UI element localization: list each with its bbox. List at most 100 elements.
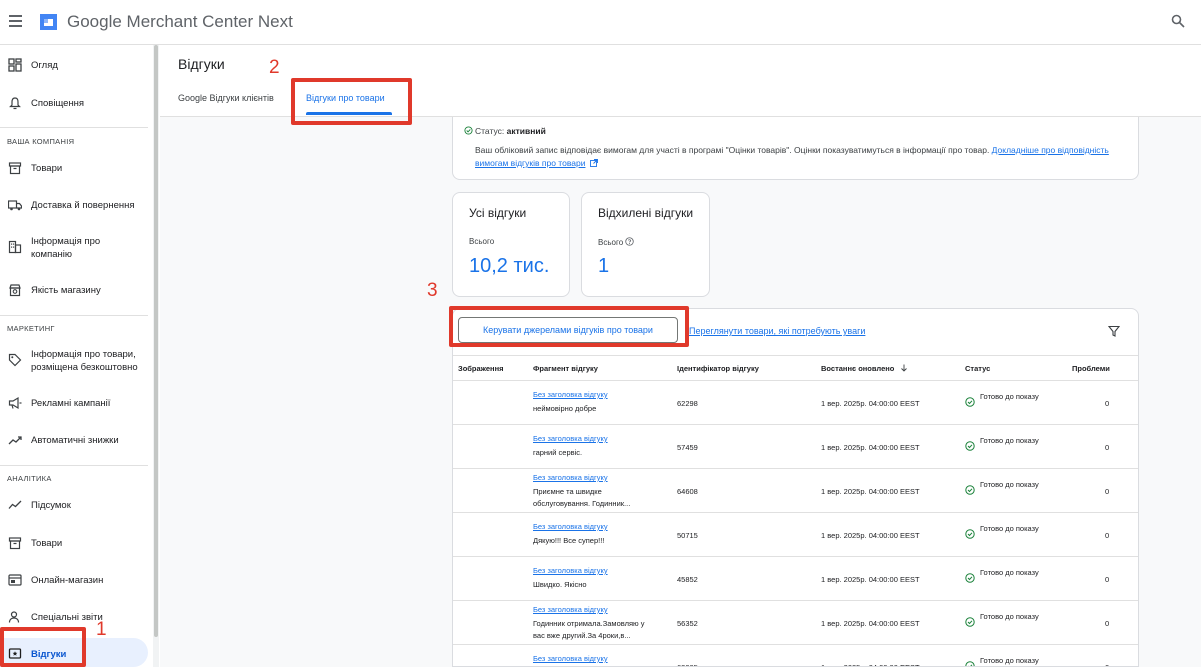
review-status: Готово до показу	[980, 524, 1039, 533]
table-header: Зображення Фрагмент відгуку Ідентифікато…	[453, 355, 1138, 381]
external-link-icon	[589, 159, 598, 167]
sidebar-item-summary[interactable]: Підсумок	[0, 497, 150, 513]
annotation-number-3: 3	[427, 280, 438, 301]
review-problems: 0	[1105, 663, 1109, 666]
col-header-image: Зображення	[458, 364, 504, 373]
metric-value: 1	[598, 255, 610, 277]
review-products-link[interactable]: Переглянути товари, які потребують уваги	[689, 326, 865, 336]
status-label: Статус:	[475, 126, 505, 136]
review-title-link[interactable]: Без заголовка відгуку	[533, 654, 608, 663]
review-fragment: неймовірно добре	[533, 404, 597, 413]
sidebar-item-ad-campaigns[interactable]: Рекламні кампанії	[0, 395, 150, 411]
divider	[0, 465, 148, 466]
sidebar-item-label: Онлайн-магазин	[31, 574, 104, 586]
review-status: Готово до показу	[980, 656, 1039, 665]
annotation-box-1	[0, 627, 86, 667]
review-updated-date: 1 вер. 2025р. 04:00:00 EEST	[821, 399, 920, 408]
table-row[interactable]: Без заголовка відгуку Дякую!!! Все супер!…	[453, 513, 1138, 557]
sidebar-item-notifications[interactable]: Сповіщення	[0, 95, 150, 111]
sidebar-item-label: Товари	[31, 162, 63, 174]
check-circle-icon	[965, 661, 975, 666]
review-updated-date: 1 вер. 2025р. 04:00:00 EEST	[821, 487, 920, 496]
table-row[interactable]: Без заголовка відгуку Годинник отримала.З…	[453, 601, 1138, 645]
review-fragment: Годинник отримала.Замовляю у вас вже дру…	[533, 619, 645, 640]
review-status: Готово до показу	[980, 568, 1039, 577]
review-title-link[interactable]: Без заголовка відгуку	[533, 434, 608, 443]
merchant-center-logo	[40, 14, 57, 30]
review-id: 56352	[677, 619, 698, 628]
metric-card-rejected-reviews[interactable]: Відхилені відгуки Всього 1	[581, 192, 710, 297]
search-icon[interactable]	[1171, 14, 1185, 28]
col-header-updated[interactable]: Востаннє оновлено	[821, 364, 908, 373]
review-fragment: Швидко. Якісно	[533, 580, 587, 589]
person-report-icon	[8, 611, 20, 623]
annotation-number-2: 2	[269, 57, 280, 78]
sidebar-item-products[interactable]: Товари	[0, 160, 150, 176]
review-status: Готово до показу	[980, 392, 1039, 401]
check-circle-icon	[464, 126, 473, 135]
overview-icon	[8, 58, 22, 72]
review-title-link[interactable]: Без заголовка відгуку	[533, 390, 608, 399]
review-fragment: гарний сервіс.	[533, 448, 583, 457]
sidebar-item-business-info[interactable]: Інформація про компанію	[0, 234, 150, 262]
review-updated-date: 1 вер. 2025р. 04:00:00 EEST	[821, 619, 920, 628]
metric-card-all-reviews[interactable]: Усі відгуки Всього 10,2 тис.	[452, 192, 570, 297]
metric-subtitle: Всього	[598, 237, 635, 247]
review-fragment: Приємне та швидке обслуговування. Годинн…	[533, 487, 631, 508]
col-header-id: Ідентифікатор відгуку	[677, 364, 759, 373]
page-title: Відгуки	[178, 56, 225, 72]
check-circle-icon	[965, 529, 975, 539]
sidebar-item-label: Рекламні кампанії	[31, 397, 111, 409]
metric-subtitle: Всього	[469, 237, 495, 246]
section-title-analytics: АНАЛІТИКА	[7, 474, 52, 483]
table-row[interactable]: Без заголовка відгуку гарний сервіс. 57459…	[453, 425, 1138, 469]
sidebar-item-online-store[interactable]: Онлайн-магазин	[0, 572, 150, 588]
megaphone-icon	[8, 396, 22, 410]
table-row[interactable]: Без заголовка відгуку 63005 1 вер. 2025р. …	[453, 645, 1138, 666]
sidebar-item-auto-discounts[interactable]: Автоматичні знижки	[0, 432, 150, 448]
sidebar-item-label: Доставка й повернення	[31, 199, 135, 211]
truck-icon	[8, 200, 22, 211]
review-problems: 0	[1105, 443, 1110, 452]
table-row[interactable]: Без заголовка відгуку Швидко. Якісно 45852…	[453, 557, 1138, 601]
review-title-link[interactable]: Без заголовка відгуку	[533, 522, 608, 531]
menu-icon[interactable]	[9, 15, 22, 27]
table-row[interactable]: Без заголовка відгуку Приємне та швидке о…	[453, 469, 1138, 513]
sidebar-item-label: Автоматичні знижки	[31, 434, 119, 446]
scrollbar-thumb[interactable]	[154, 45, 158, 637]
review-id: 50715	[677, 531, 698, 540]
sidebar-item-label: Якість магазину	[31, 284, 101, 296]
review-title-link[interactable]: Без заголовка відгуку	[533, 566, 608, 575]
review-title-link[interactable]: Без заголовка відгуку	[533, 473, 608, 482]
divider	[0, 315, 148, 316]
building-icon	[8, 240, 22, 254]
help-icon[interactable]	[625, 237, 635, 246]
table-row[interactable]: Без заголовка відгуку неймовірно добре 622…	[453, 381, 1138, 425]
sidebar-item-shipping[interactable]: Доставка й повернення	[0, 197, 150, 213]
review-status: Готово до показу	[980, 612, 1039, 621]
sidebar-item-analytics-products[interactable]: Товари	[0, 535, 150, 551]
box-icon	[8, 537, 22, 550]
reviews-table-card: Керувати джерелами відгуків про товари П…	[452, 308, 1139, 667]
review-problems: 0	[1105, 531, 1110, 540]
metric-value: 10,2 тис.	[469, 255, 550, 277]
review-problems: 0	[1105, 487, 1110, 496]
sidebar-item-custom-reports[interactable]: Спеціальні звіти	[0, 609, 150, 625]
sidebar-item-free-listings[interactable]: Інформація про товари, розміщена безкошт…	[0, 347, 150, 375]
filter-icon[interactable]	[1108, 325, 1120, 337]
sidebar-item-label: Сповіщення	[31, 97, 85, 109]
review-id: 57459	[677, 443, 698, 452]
check-circle-icon	[965, 617, 975, 627]
tab-google-customer-reviews[interactable]: Google Відгуки клієнтів	[178, 93, 274, 103]
sidebar-item-overview[interactable]: Огляд	[0, 57, 150, 73]
status-line: Статус: активний	[475, 126, 546, 136]
sidebar-scrollbar[interactable]	[153, 45, 159, 667]
sort-arrow-down-icon[interactable]	[900, 364, 908, 372]
annotation-box-2	[291, 78, 412, 125]
annotation-box-3	[449, 306, 689, 347]
sidebar-item-store-quality[interactable]: Якість магазину	[0, 282, 150, 298]
tag-icon	[8, 353, 22, 367]
review-fragment: Дякую!!! Все супер!!!	[533, 536, 605, 545]
check-circle-icon	[965, 573, 975, 583]
review-title-link[interactable]: Без заголовка відгуку	[533, 605, 608, 614]
